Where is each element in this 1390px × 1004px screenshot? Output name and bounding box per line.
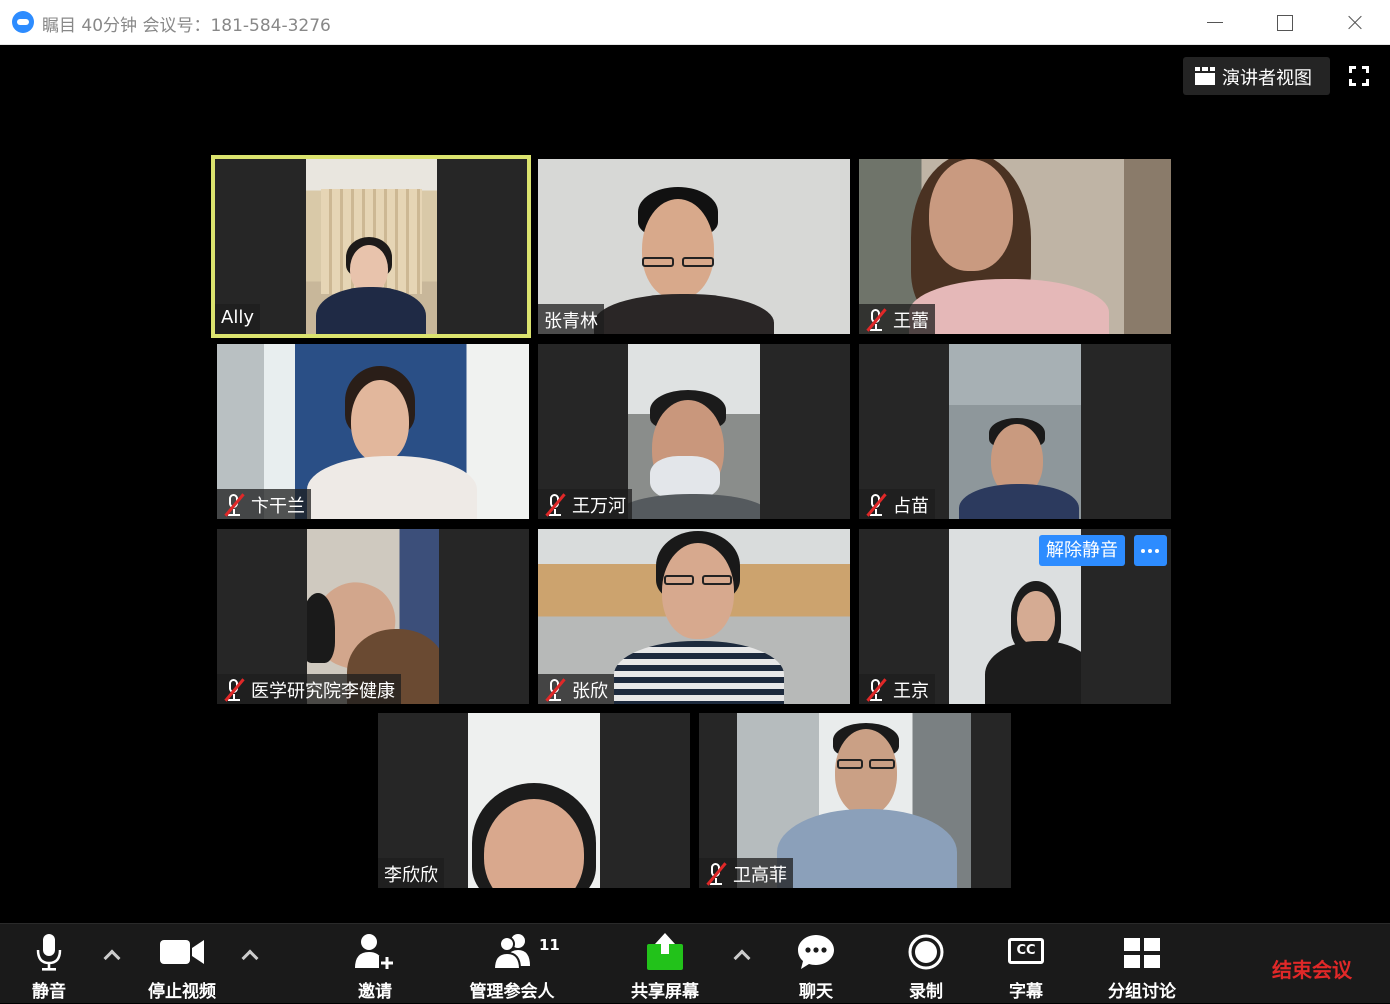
mic-muted-icon	[544, 493, 566, 517]
app-logo-icon	[12, 11, 34, 33]
participant-name-tag: 张欣	[538, 674, 614, 704]
title-bar: 瞩目 40分钟 会议号：181-584-3276	[0, 0, 1390, 45]
chat-button[interactable]: 聊天	[790, 924, 842, 1004]
breakout-label: 分组讨论	[1108, 982, 1176, 1002]
share-options-chevron-icon[interactable]	[733, 949, 751, 967]
stop-video-label: 停止视频	[148, 982, 216, 1002]
video-camera-icon	[160, 940, 204, 964]
unmute-button[interactable]: 解除静音	[1039, 535, 1125, 566]
mute-label: 静音	[32, 982, 66, 1002]
participants-icon	[492, 934, 530, 970]
minimize-button[interactable]	[1180, 0, 1250, 45]
record-label: 录制	[909, 982, 943, 1002]
meeting-toolbar: 静音 停止视频 邀请 11 管理参会人 共享屏幕 聊天 录制 CC 字幕 分组讨…	[0, 923, 1390, 1003]
participant-name-tag: 王蕾	[859, 304, 935, 334]
end-meeting-button[interactable]: 结束会议	[1272, 954, 1352, 983]
record-button[interactable]: 录制	[902, 924, 950, 1004]
video-feed	[468, 713, 600, 888]
mic-muted-icon	[223, 493, 245, 517]
participant-name-tag: 占苗	[859, 489, 935, 519]
video-tile-bianganlan[interactable]: 卞干兰	[217, 344, 529, 519]
speaker-view-button[interactable]: 演讲者视图	[1183, 57, 1330, 95]
invite-label: 邀请	[358, 982, 392, 1002]
participant-name: 王京	[893, 681, 929, 702]
microphone-icon	[36, 934, 62, 971]
video-tile-lijiankang[interactable]: 医学研究院李健康	[217, 529, 529, 704]
breakout-grid-icon	[1124, 938, 1160, 968]
add-user-icon	[355, 934, 395, 970]
participant-name: 卞干兰	[251, 496, 305, 517]
window-title: 瞩目 40分钟 会议号：181-584-3276	[42, 16, 331, 36]
participant-name: 李欣欣	[378, 858, 444, 888]
video-options-chevron-icon[interactable]	[241, 949, 259, 967]
video-feed	[306, 159, 437, 334]
video-tile-zhangxin[interactable]: 张欣	[538, 529, 850, 704]
participant-name-tag: 王万河	[538, 489, 632, 519]
participant-name: 卫高菲	[733, 865, 787, 886]
close-button[interactable]	[1318, 0, 1388, 45]
maximize-button[interactable]	[1249, 0, 1319, 45]
video-tile-wanglei[interactable]: 王蕾	[859, 159, 1171, 334]
mic-muted-icon	[544, 678, 566, 702]
chat-bubble-icon	[798, 935, 834, 969]
mute-button[interactable]: 静音	[18, 924, 80, 1004]
participant-count-badge: 11	[539, 936, 560, 954]
manage-participants-label: 管理参会人	[469, 982, 555, 1002]
mic-muted-icon	[865, 678, 887, 702]
closed-captions-icon: CC	[1008, 938, 1044, 964]
mic-muted-icon	[865, 493, 887, 517]
participant-name: Ally	[215, 304, 260, 334]
captions-label: 字幕	[1009, 982, 1043, 1002]
participant-name-tag: 医学研究院李健康	[217, 674, 401, 704]
captions-button[interactable]: CC 字幕	[1002, 924, 1050, 1004]
participant-name: 王蕾	[893, 311, 929, 332]
mic-muted-icon	[705, 862, 727, 886]
breakout-rooms-button[interactable]: 分组讨论	[1100, 924, 1184, 1004]
video-tile-ally[interactable]: Ally	[211, 155, 531, 338]
share-screen-label: 共享屏幕	[631, 982, 699, 1002]
video-tile-lixinxin[interactable]: 李欣欣	[378, 713, 690, 888]
chat-label: 聊天	[799, 982, 833, 1002]
video-tile-zhangqinglin[interactable]: 张青林	[538, 159, 850, 334]
invite-button[interactable]: 邀请	[345, 924, 405, 1004]
participant-name-tag: 卫高菲	[699, 858, 793, 888]
video-tile-wangjing[interactable]: 解除静音 王京	[859, 529, 1171, 704]
participant-name: 王万河	[572, 496, 626, 517]
stop-video-button[interactable]: 停止视频	[138, 924, 226, 1004]
participant-name: 占苗	[893, 496, 929, 517]
more-options-button[interactable]	[1134, 535, 1167, 566]
video-feed	[628, 344, 760, 519]
participant-name-tag: 王京	[859, 674, 935, 704]
video-tile-weigaofei[interactable]: 卫高菲	[699, 713, 1011, 888]
mic-muted-icon	[223, 678, 245, 702]
video-tile-zhanmiao[interactable]: 占苗	[859, 344, 1171, 519]
speaker-view-label: 演讲者视图	[1222, 68, 1312, 89]
video-tile-wangwanhe[interactable]: 王万河	[538, 344, 850, 519]
video-feed	[949, 344, 1081, 519]
participant-name: 张欣	[572, 681, 608, 702]
speaker-view-icon	[1195, 67, 1215, 85]
participant-name: 医学研究院李健康	[251, 681, 395, 702]
participant-name-tag: 卞干兰	[217, 489, 311, 519]
share-screen-icon	[647, 933, 683, 970]
mic-muted-icon	[865, 308, 887, 332]
record-icon	[908, 934, 944, 970]
manage-participants-button[interactable]: 11 管理参会人	[462, 924, 562, 1004]
participant-name: 张青林	[538, 304, 604, 334]
audio-options-chevron-icon[interactable]	[103, 949, 121, 967]
fullscreen-button[interactable]	[1349, 66, 1369, 86]
share-screen-button[interactable]: 共享屏幕	[625, 924, 705, 1004]
